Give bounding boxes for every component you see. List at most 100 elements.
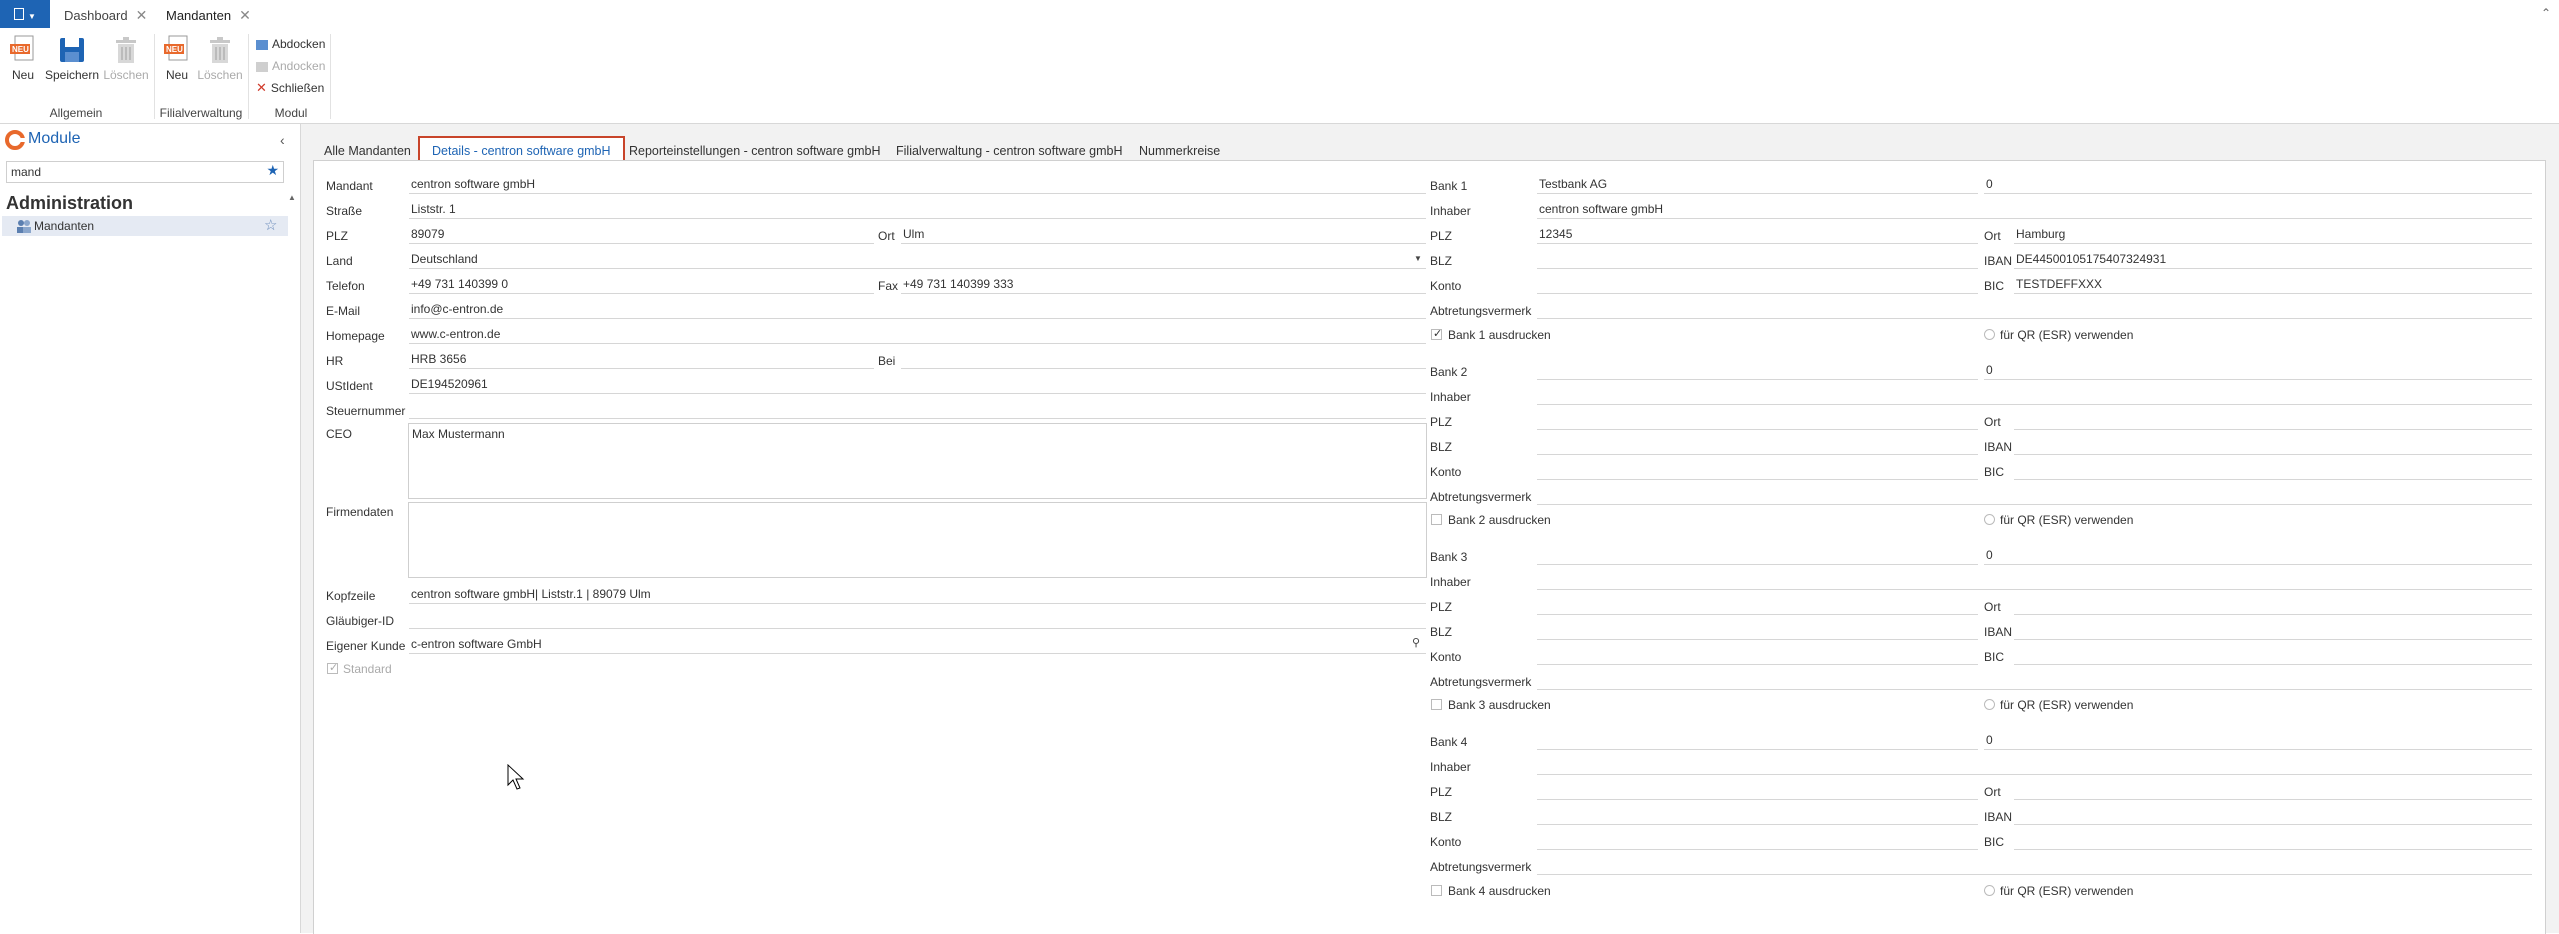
tab-filialverwaltung[interactable]: Filialverwaltung - centron software gmbH bbox=[896, 140, 1122, 162]
bank-1-bic-field[interactable]: TESTDEFFXXX bbox=[2014, 274, 2532, 294]
country-select[interactable]: Deutschland bbox=[409, 249, 1426, 269]
module-search-box[interactable]: ★ bbox=[6, 161, 284, 183]
bank-4-account-field[interactable] bbox=[1537, 830, 1978, 850]
tax-number-field[interactable] bbox=[409, 399, 1426, 419]
ceo-textarea[interactable]: Max Mustermann bbox=[408, 423, 1427, 499]
close-module-button[interactable]: ✕ Schließen bbox=[256, 79, 324, 97]
bank-4-bic-field[interactable] bbox=[2014, 830, 2532, 850]
header-line-field[interactable]: centron software gmbH| Liststr.1 | 89079… bbox=[409, 584, 1426, 604]
creditor-id-field[interactable] bbox=[409, 609, 1426, 629]
fax-field[interactable]: +49 731 140399 333 bbox=[901, 274, 1426, 294]
bank-2-holder-field[interactable] bbox=[1537, 385, 2532, 405]
tab-mandanten[interactable]: Mandanten ✕ bbox=[166, 0, 251, 30]
close-icon[interactable]: ✕ bbox=[239, 7, 251, 23]
bank-3-bic-field[interactable] bbox=[2014, 645, 2532, 665]
bank-2-city-field[interactable] bbox=[2014, 410, 2532, 430]
bank-1-iban-field[interactable]: DE44500105175407324931 bbox=[2014, 249, 2532, 269]
bank-4-print-checkbox[interactable] bbox=[1431, 885, 1442, 896]
bank-1-blz-field[interactable] bbox=[1537, 249, 1978, 269]
close-icon: ✕ bbox=[256, 80, 267, 95]
close-icon[interactable]: ✕ bbox=[136, 7, 148, 23]
bank-1-print-checkbox[interactable] bbox=[1431, 327, 1442, 340]
module-search-input[interactable] bbox=[11, 164, 251, 180]
label-bank-2-print: Bank 2 ausdrucken bbox=[1448, 513, 1551, 527]
bank-1-name-field[interactable]: Testbank AG bbox=[1537, 174, 1978, 194]
bank-4-holder-field[interactable] bbox=[1537, 755, 2532, 775]
bank-1-qr-radio[interactable] bbox=[1984, 329, 1995, 340]
standard-checkbox[interactable] bbox=[327, 661, 338, 674]
collapse-ribbon-icon[interactable]: ⌃ bbox=[2541, 6, 2551, 20]
bank-4-iban-field[interactable] bbox=[2014, 805, 2532, 825]
dropdown-arrow-icon[interactable]: ▼ bbox=[1414, 254, 1422, 263]
dock-button[interactable]: Andocken bbox=[256, 57, 325, 75]
bank-1-plz-field[interactable]: 12345 bbox=[1537, 224, 1978, 244]
bank-2-account-field[interactable] bbox=[1537, 460, 1978, 480]
bank-1-city-field[interactable]: Hamburg bbox=[2014, 224, 2532, 244]
bank-4-name-field[interactable] bbox=[1537, 730, 1978, 750]
bank-2-qr-radio[interactable] bbox=[1984, 514, 1995, 525]
new-button[interactable]: NEU Neu bbox=[4, 34, 42, 86]
bank-3-iban-field[interactable] bbox=[2014, 620, 2532, 640]
search-icon[interactable]: ⚲ bbox=[1412, 636, 1420, 649]
favorite-star-icon[interactable]: ☆ bbox=[264, 216, 277, 234]
ribbon-separator bbox=[248, 34, 249, 119]
tab-reporteinstellungen[interactable]: Reporteinstellungen - centron software g… bbox=[629, 140, 881, 162]
bank-2-number-field[interactable]: 0 bbox=[1984, 360, 2532, 380]
city-field[interactable]: Ulm bbox=[901, 224, 1426, 244]
label-bank-1-iban: IBAN bbox=[1984, 254, 2013, 268]
bank-3-plz-field[interactable] bbox=[1537, 595, 1978, 615]
email-field[interactable]: info@c-entron.de bbox=[409, 299, 1426, 319]
bank-3-account-field[interactable] bbox=[1537, 645, 1978, 665]
bank-2-plz-field[interactable] bbox=[1537, 410, 1978, 430]
bank-3-number-field[interactable]: 0 bbox=[1984, 545, 2532, 565]
star-icon[interactable]: ★ bbox=[266, 162, 279, 179]
bank-3-qr-radio[interactable] bbox=[1984, 699, 1995, 710]
bank-4-assignment-field[interactable] bbox=[1537, 855, 2532, 875]
hr-field[interactable]: HRB 3656 bbox=[409, 349, 874, 369]
street-field[interactable]: Liststr. 1 bbox=[409, 199, 1426, 219]
bank-3-print-checkbox[interactable] bbox=[1431, 699, 1442, 710]
bank-4-city-field[interactable] bbox=[2014, 780, 2532, 800]
sidebar-item-label: Mandanten bbox=[34, 219, 95, 233]
bank-2-print-checkbox[interactable] bbox=[1431, 514, 1442, 525]
bank-3-holder-field[interactable] bbox=[1537, 570, 2532, 590]
new-branch-button[interactable]: NEU Neu bbox=[158, 34, 196, 86]
bank-2-bic-field[interactable] bbox=[2014, 460, 2532, 480]
bank-4-plz-field[interactable] bbox=[1537, 780, 1978, 800]
bei-field[interactable] bbox=[901, 349, 1426, 369]
scroll-up-icon[interactable]: ▲ bbox=[288, 193, 296, 202]
bank-2-name-field[interactable] bbox=[1537, 360, 1978, 380]
delete-branch-button[interactable]: Löschen bbox=[196, 34, 244, 86]
tab-dashboard[interactable]: Dashboard ✕ bbox=[64, 0, 147, 28]
bank-4-qr-radio[interactable] bbox=[1984, 885, 1995, 896]
bank-3-blz-field[interactable] bbox=[1537, 620, 1978, 640]
bank-4-blz-field[interactable] bbox=[1537, 805, 1978, 825]
bank-1-account-field[interactable] bbox=[1537, 274, 1978, 294]
bank-1-holder-field[interactable]: centron software gmbH bbox=[1537, 199, 2532, 219]
bank-1-number-field[interactable]: 0 bbox=[1984, 174, 2532, 194]
homepage-field[interactable]: www.c-entron.de bbox=[409, 324, 1426, 344]
label-telefon: Telefon bbox=[326, 279, 365, 293]
bank-2-blz-field[interactable] bbox=[1537, 435, 1978, 455]
bank-2-iban-field[interactable] bbox=[2014, 435, 2532, 455]
tab-alle-mandanten[interactable]: Alle Mandanten bbox=[324, 140, 411, 162]
app-menu-button[interactable]: ▼ bbox=[0, 0, 50, 28]
plz-field[interactable]: 89079 bbox=[409, 224, 874, 244]
undock-button[interactable]: Abdocken bbox=[256, 35, 325, 53]
bank-1-assignment-field[interactable] bbox=[1537, 299, 2532, 319]
bank-3-name-field[interactable] bbox=[1537, 545, 1978, 565]
phone-field[interactable]: +49 731 140399 0 bbox=[409, 274, 874, 294]
new-document-icon: NEU bbox=[8, 34, 38, 66]
bank-3-city-field[interactable] bbox=[2014, 595, 2532, 615]
mandant-field[interactable]: centron software gmbH bbox=[409, 174, 1426, 194]
own-customer-field[interactable]: c-entron software GmbH bbox=[409, 634, 1426, 654]
delete-button[interactable]: Löschen bbox=[102, 34, 150, 86]
bank-2-assignment-field[interactable] bbox=[1537, 485, 2532, 505]
bank-3-assignment-field[interactable] bbox=[1537, 670, 2532, 690]
save-button[interactable]: Speichern bbox=[44, 34, 100, 86]
collapse-panel-icon[interactable]: ‹ bbox=[280, 132, 285, 148]
company-data-textarea[interactable] bbox=[408, 502, 1427, 578]
ustident-field[interactable]: DE194520961 bbox=[409, 374, 1426, 394]
bank-4-number-field[interactable]: 0 bbox=[1984, 730, 2532, 750]
tab-nummerkreise[interactable]: Nummerkreise bbox=[1139, 140, 1220, 162]
